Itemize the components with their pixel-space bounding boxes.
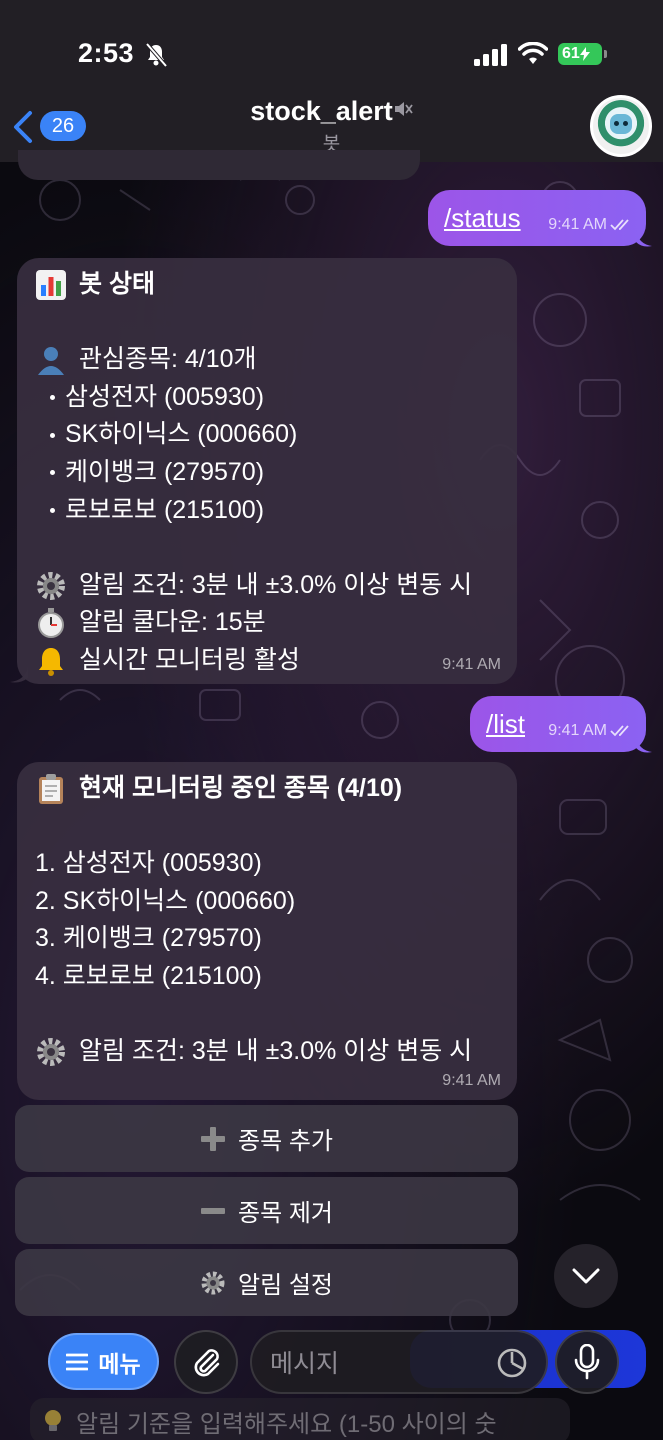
message-time: 9:41 AM	[442, 1072, 501, 1089]
wifi-icon	[518, 42, 548, 64]
list-item: 3. 케이뱅크 (279570)	[35, 924, 262, 953]
bell-off-icon	[145, 42, 168, 68]
chat-title-area[interactable]: stock_alert 봇	[0, 96, 663, 156]
message-time: 9:41 AM	[548, 216, 607, 233]
charging-bolt-icon	[579, 47, 590, 61]
outgoing-message[interactable]: /list 9:41 AM	[470, 696, 646, 752]
alert-settings-label: 알림 설정	[238, 1272, 333, 1299]
alert-condition: 알림 조건: 3분 내 ±3.0% 이상 변동 시	[79, 1037, 473, 1066]
list-item: 2. SK하이닉스 (000660)	[35, 886, 296, 915]
alert-condition: 알림 조건: 3분 내 ±3.0% 이상 변동 시	[79, 570, 473, 599]
minus-icon	[201, 1207, 225, 1214]
add-stock-label: 종목 추가	[238, 1128, 333, 1155]
gear-icon	[201, 1271, 225, 1294]
bot-menu-button[interactable]: 메뉴	[48, 1333, 159, 1390]
bot-list-message: 현재 모니터링 중인 종목 (4/10) 1. 삼성전자 (005930) 2.…	[17, 762, 517, 1100]
status-bar: 2:53 61	[0, 0, 663, 90]
add-stock-button[interactable]: 종목 추가	[15, 1105, 518, 1172]
battery-indicator: 61	[558, 43, 607, 65]
light-bulb-icon	[45, 1410, 61, 1431]
cellular-signal-icon	[474, 44, 507, 66]
bell-icon	[39, 647, 63, 676]
bot-avatar[interactable]	[590, 95, 652, 157]
menu-lines-icon	[66, 1353, 89, 1370]
microphone-icon	[574, 1344, 600, 1380]
remove-stock-label: 종목 제거	[238, 1200, 333, 1227]
list-title: 현재 모니터링 중인 종목 (4/10)	[79, 774, 403, 802]
user-silhouette-icon	[38, 346, 64, 375]
message-placeholder: 메시지	[270, 1350, 340, 1378]
bot-status-message: 봇 상태 관심종목: 4/10개 삼성전자 (005930) SK하이닉스 (0…	[17, 258, 517, 684]
menu-label: 메뉴	[98, 1350, 141, 1377]
schedule-clock-icon[interactable]	[496, 1347, 528, 1379]
scroll-to-bottom-button[interactable]	[554, 1244, 618, 1308]
message-meta: 9:41 AM	[548, 216, 632, 234]
message-time: 9:41 AM	[442, 656, 501, 673]
list-item: 1. 삼성전자 (005930)	[35, 849, 262, 878]
bubble-tail	[10, 666, 28, 683]
hint-text: 알림 기준을 입력해주세요 (1-50 사이의 숫	[76, 1410, 497, 1438]
stopwatch-icon	[38, 608, 64, 639]
bubble-tail	[636, 230, 652, 247]
robot-icon	[610, 114, 632, 134]
chevron-down-icon	[572, 1268, 600, 1284]
attach-button[interactable]	[174, 1330, 238, 1394]
watchlist-count: 관심종목: 4/10개	[79, 345, 257, 374]
chat-title: stock_alert	[250, 96, 393, 126]
alert-cooldown: 알림 쿨다운: 15분	[79, 608, 266, 637]
remove-stock-button[interactable]: 종목 제거	[15, 1177, 518, 1244]
alert-settings-button[interactable]: 알림 설정	[15, 1249, 518, 1316]
stock-item: 삼성전자 (005930)	[65, 382, 265, 411]
message-meta: 9:41 AM	[548, 722, 632, 740]
read-check-icon	[610, 725, 629, 737]
command-text[interactable]: /status	[444, 203, 521, 234]
message-time: 9:41 AM	[548, 722, 607, 739]
bar-chart-icon	[36, 269, 66, 300]
command-text[interactable]: /list	[486, 709, 525, 740]
gear-icon	[37, 571, 65, 600]
stock-item: 로보로보 (215100)	[65, 495, 265, 524]
message-input-bar: 메뉴 메시지	[0, 1320, 663, 1400]
status-time: 2:53	[78, 38, 135, 68]
bubble-tail	[636, 736, 652, 753]
muted-icon	[394, 102, 413, 116]
previous-message-bubble	[18, 150, 420, 180]
paperclip-icon	[194, 1349, 220, 1377]
gear-icon	[37, 1037, 65, 1066]
outgoing-message[interactable]: /status 9:41 AM	[428, 190, 646, 246]
monitoring-state: 실시간 모니터링 활성	[79, 645, 300, 674]
stock-item: SK하이닉스 (000660)	[65, 420, 298, 449]
clipboard-icon	[39, 773, 63, 804]
message-input[interactable]: 메시지	[250, 1330, 548, 1394]
list-item: 4. 로보로보 (215100)	[35, 961, 262, 990]
input-hint-text: 알림 기준을 입력해주세요 (1-50 사이의 숫	[30, 1398, 570, 1440]
stock-item: 케이뱅크 (279570)	[65, 457, 265, 486]
battery-level: 61	[562, 45, 580, 62]
read-check-icon	[610, 219, 629, 231]
voice-record-button[interactable]	[555, 1330, 619, 1394]
plus-icon	[201, 1126, 225, 1151]
status-title: 봇 상태	[79, 270, 155, 298]
